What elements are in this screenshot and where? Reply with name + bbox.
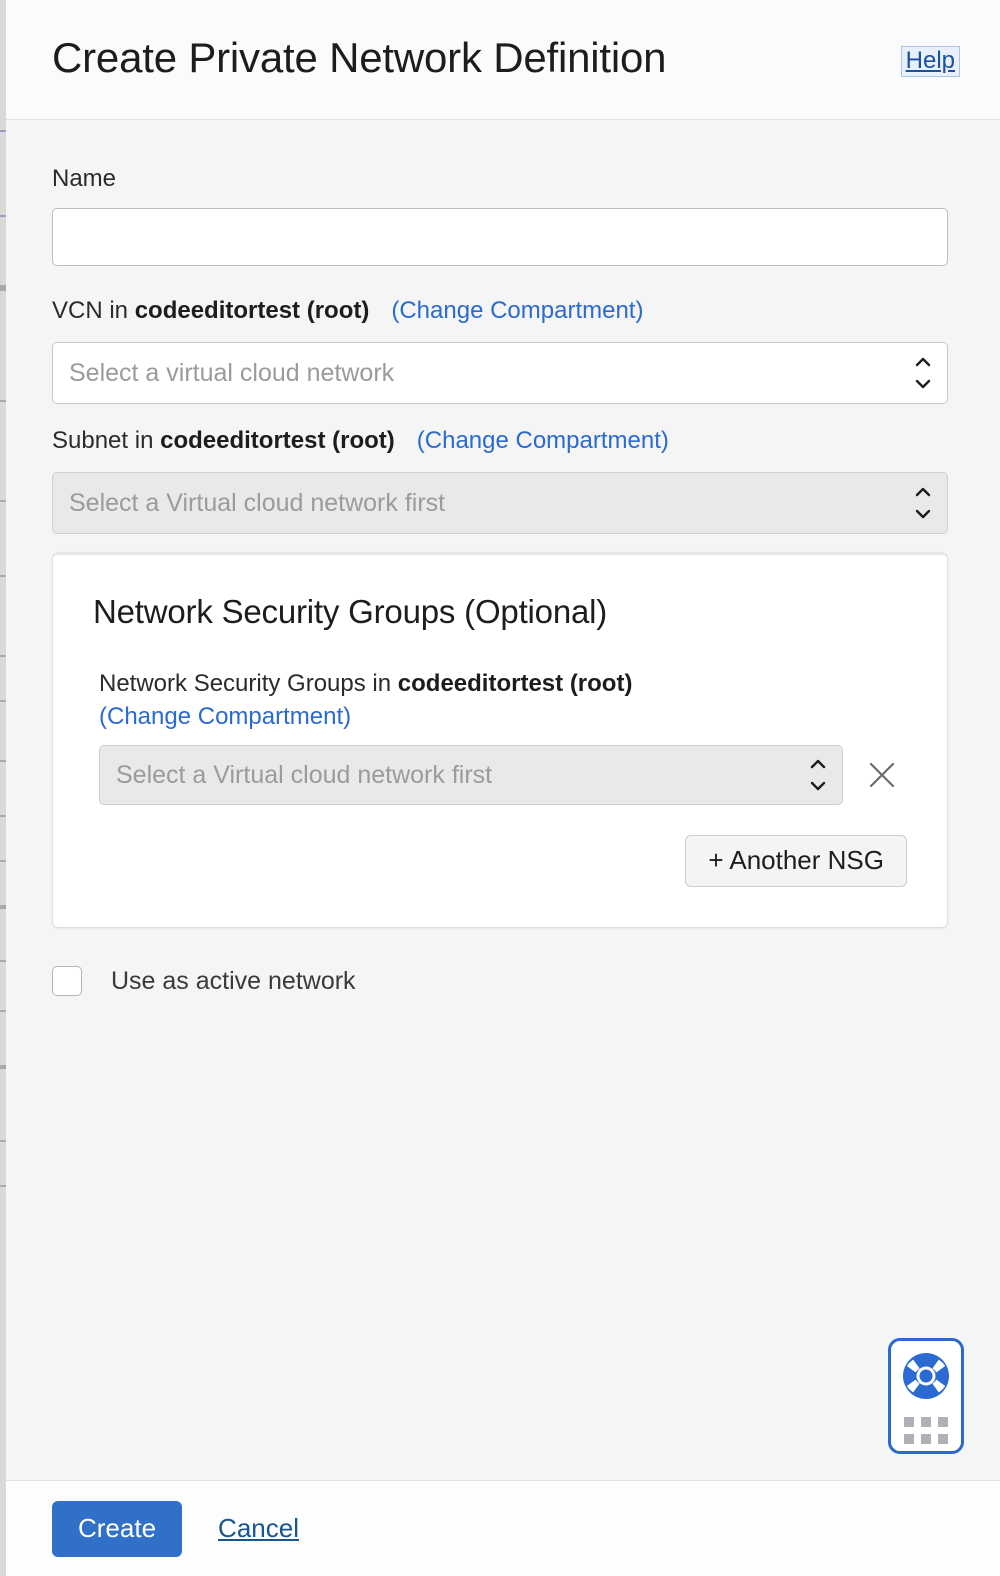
page-title: Create Private Network Definition [52,34,667,81]
chevron-updown-icon [915,357,931,389]
vcn-select[interactable]: Select a virtual cloud network [52,342,948,404]
nsg-label-block: Network Security Groups in codeeditortes… [99,670,947,731]
lifebuoy-icon [900,1350,952,1407]
dialog-footer: Create Cancel [6,1480,1000,1576]
support-widget[interactable] [888,1338,964,1454]
subnet-label: Subnet in codeeditortest (root) [52,427,395,454]
subnet-select-placeholder: Select a Virtual cloud network first [69,488,446,517]
chevron-updown-icon [810,759,826,791]
nsg-label: Network Security Groups in codeeditortes… [99,670,633,697]
vcn-field-group: VCN in codeeditortest (root) (Change Com… [52,297,948,404]
dialog-header: Create Private Network Definition Help [6,0,1000,120]
dialog-body: Name VCN in codeeditortest (root) (Chang… [6,120,1000,1480]
vcn-select-placeholder: Select a virtual cloud network [69,358,395,387]
close-icon[interactable] [865,758,899,792]
cancel-link[interactable]: Cancel [218,1513,299,1544]
nsg-compartment-name: codeeditortest (root) [397,670,633,697]
subnet-compartment-name: codeeditortest (root) [160,427,395,454]
name-input[interactable] [52,208,948,267]
help-link[interactable]: Help [900,46,960,77]
create-button[interactable]: Create [52,1500,183,1557]
nsg-actions: + Another NSG [53,835,907,888]
nsg-select[interactable]: Select a Virtual cloud network first [99,745,843,806]
nsg-change-compartment-link[interactable]: (Change Compartment) [99,703,947,731]
subnet-select[interactable]: Select a Virtual cloud network first [52,472,948,534]
use-as-active-network-row: Use as active network [52,966,356,996]
use-as-active-network-label: Use as active network [111,966,356,995]
vcn-compartment-name: codeeditortest (root) [134,297,370,324]
subnet-change-compartment-link[interactable]: (Change Compartment) [417,427,669,455]
name-field-group: Name [52,165,948,267]
name-label: Name [52,165,117,192]
network-security-groups-panel: Network Security Groups (Optional) Netwo… [52,552,948,929]
use-as-active-network-checkbox[interactable] [52,966,82,996]
app-grid-icon [904,1417,948,1444]
add-another-nsg-button[interactable]: + Another NSG [685,835,907,888]
vcn-change-compartment-link[interactable]: (Change Compartment) [391,297,643,325]
create-private-network-definition-dialog: Create Private Network Definition Help N… [6,0,1000,1576]
nsg-select-row: Select a Virtual cloud network first [99,745,947,806]
subnet-field-group: Subnet in codeeditortest (root) (Change … [52,427,948,534]
vcn-label: VCN in codeeditortest (root) [52,297,370,324]
chevron-updown-icon [915,487,931,519]
nsg-select-placeholder: Select a Virtual cloud network first [116,760,493,789]
nsg-panel-title: Network Security Groups (Optional) [93,593,608,630]
